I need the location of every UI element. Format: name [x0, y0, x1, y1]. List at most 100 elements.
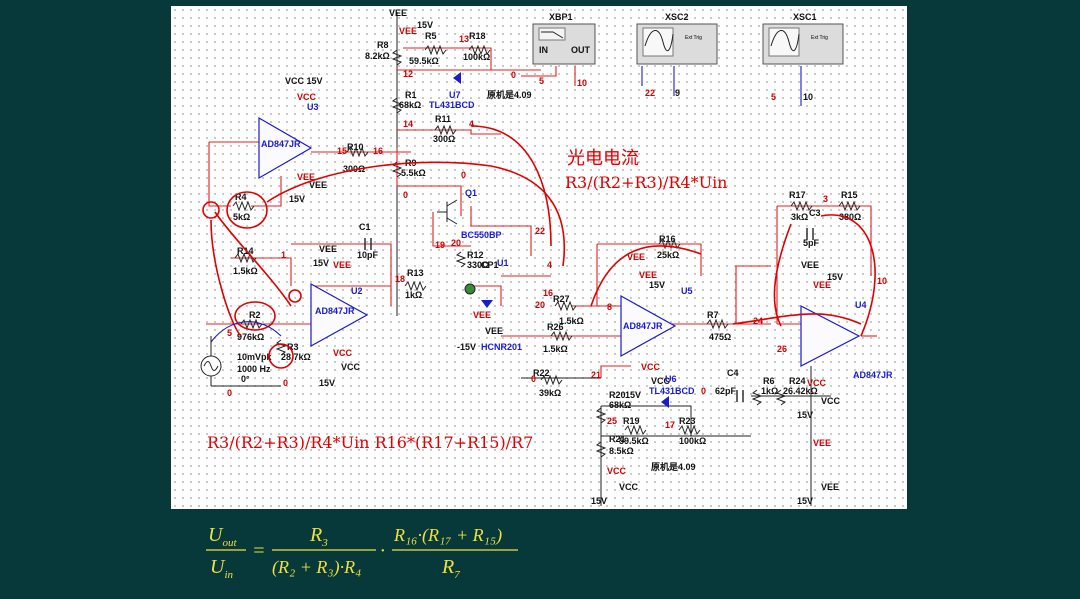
- svg-text:R8: R8: [377, 40, 389, 50]
- svg-text:26.42kΩ: 26.42kΩ: [783, 386, 818, 396]
- svg-text:R3: R3: [309, 524, 328, 549]
- svg-text:Q1: Q1: [465, 188, 477, 198]
- svg-text:Ext Trig: Ext Trig: [685, 35, 702, 41]
- svg-text:1.5kΩ: 1.5kΩ: [233, 266, 258, 276]
- svg-text:TL431BCD: TL431BCD: [649, 386, 695, 396]
- svg-text:AD847JR: AD847JR: [261, 139, 301, 149]
- svg-text:12: 12: [403, 69, 413, 79]
- svg-text:1.5kΩ: 1.5kΩ: [543, 344, 568, 354]
- svg-text:1kΩ: 1kΩ: [405, 290, 422, 300]
- svg-text:U3: U3: [307, 102, 319, 112]
- svg-text:U4: U4: [855, 300, 867, 310]
- svg-text:15V: 15V: [417, 20, 433, 30]
- svg-text:Uout: Uout: [208, 524, 237, 549]
- svg-text:976kΩ: 976kΩ: [237, 332, 264, 342]
- svg-text:VCC: VCC: [297, 92, 317, 102]
- svg-text:0: 0: [283, 378, 288, 388]
- formula-fraction-2: R₁₆·(R₁₇ + R₁₅) R7: [392, 525, 518, 581]
- svg-text:VEE: VEE: [485, 326, 503, 336]
- photocurrent-annotation: 光电电流: [567, 148, 639, 169]
- svg-text:R11: R11: [435, 114, 451, 124]
- svg-text:16: 16: [373, 146, 383, 156]
- svg-text:17: 17: [665, 420, 675, 430]
- svg-text:15V: 15V: [797, 496, 813, 506]
- svg-text:20: 20: [451, 238, 461, 248]
- svg-text:VEE: VEE: [333, 260, 351, 270]
- opamp-u3: U3 AD847JR: [258, 102, 319, 180]
- svg-text:5.5kΩ: 5.5kΩ: [401, 168, 426, 178]
- svg-text:VCC: VCC: [619, 482, 639, 492]
- svg-text:VEE: VEE: [399, 26, 417, 36]
- svg-text:TL431BCD: TL431BCD: [429, 100, 475, 110]
- svg-text:R27: R27: [553, 294, 570, 304]
- potentiometer: [464, 283, 476, 295]
- diodes: [453, 72, 669, 408]
- svg-text:R18: R18: [469, 31, 486, 41]
- svg-text:0: 0: [701, 386, 706, 396]
- svg-text:4: 4: [469, 119, 474, 129]
- svg-text:R7: R7: [707, 310, 719, 320]
- svg-text:-15V: -15V: [457, 342, 476, 352]
- svg-text:16: 16: [543, 288, 553, 298]
- svg-text:U1: U1: [497, 258, 509, 268]
- formula-lhs: Uout Uin: [206, 524, 246, 581]
- svg-text:10mVpk: 10mVpk: [237, 352, 273, 362]
- svg-text:0°: 0°: [241, 374, 250, 384]
- svg-text:25: 25: [607, 416, 617, 426]
- svg-text:5: 5: [771, 92, 776, 102]
- svg-text:R14: R14: [237, 246, 254, 256]
- svg-text:26: 26: [777, 344, 787, 354]
- svg-text:R26: R26: [547, 322, 564, 332]
- svg-text:R12: R12: [467, 250, 484, 260]
- svg-text:15V: 15V: [625, 390, 641, 400]
- svg-text:10pF: 10pF: [357, 250, 379, 260]
- svg-text:Ext Trig: Ext Trig: [811, 35, 828, 41]
- svg-text:0: 0: [461, 170, 466, 180]
- svg-text:5pF: 5pF: [803, 238, 820, 248]
- svg-text:HCNR201: HCNR201: [481, 342, 522, 352]
- svg-text:10: 10: [803, 92, 813, 102]
- svg-text:AD847JR: AD847JR: [853, 370, 893, 380]
- svg-text:R6: R6: [763, 376, 775, 386]
- oscilloscope-xsc2: XSC2 Ext Trig: [636, 12, 718, 65]
- svg-text:21: 21: [591, 370, 601, 380]
- svg-text:R1: R1: [405, 90, 417, 100]
- wires: [206, 12, 877, 506]
- svg-text:5: 5: [539, 76, 544, 86]
- svg-text:3kΩ: 3kΩ: [791, 212, 808, 222]
- svg-text:VCC 15V: VCC 15V: [285, 76, 323, 86]
- svg-text:XSC2: XSC2: [665, 12, 689, 22]
- transfer-function-formula: Uout Uin = R3 (R₂ + R₃)·R₄ · R₁₆·(R₁₇ + …: [206, 524, 518, 581]
- svg-text:8.2kΩ: 8.2kΩ: [365, 51, 390, 61]
- svg-text:62pF: 62pF: [715, 386, 737, 396]
- svg-text:VEE: VEE: [821, 482, 839, 492]
- equals-sign: =: [252, 540, 266, 562]
- svg-text:59.5kΩ: 59.5kΩ: [619, 436, 649, 446]
- circuit-schematic-canvas: U3 AD847JR U2 AD847JR U5 AD847JR U4 AD84…: [171, 6, 907, 509]
- svg-text:0: 0: [227, 388, 232, 398]
- svg-text:13: 13: [459, 34, 469, 44]
- svg-text:0: 0: [531, 374, 536, 384]
- opamp-u2: U2 AD847JR: [310, 282, 369, 348]
- svg-text:VCC: VCC: [341, 362, 361, 372]
- svg-text:39kΩ: 39kΩ: [539, 388, 561, 398]
- svg-text:XBP1: XBP1: [549, 12, 573, 22]
- svg-text:VEE: VEE: [801, 260, 819, 270]
- svg-text:1: 1: [281, 250, 286, 260]
- svg-text:C4: C4: [727, 368, 739, 378]
- oscilloscope-xsc1: XSC1 Ext Trig: [762, 12, 844, 65]
- svg-text:R7: R7: [441, 556, 460, 581]
- svg-text:3: 3: [823, 194, 828, 204]
- svg-text:AD847JR: AD847JR: [315, 306, 355, 316]
- svg-text:9: 9: [675, 88, 680, 98]
- svg-text:R13: R13: [407, 268, 424, 278]
- svg-text:5kΩ: 5kΩ: [233, 212, 250, 222]
- svg-text:R17: R17: [789, 190, 806, 200]
- svg-text:R5: R5: [425, 31, 437, 41]
- svg-text:18: 18: [395, 274, 405, 284]
- svg-text:300Ω: 300Ω: [433, 134, 455, 144]
- svg-text:15V: 15V: [313, 258, 329, 268]
- capacitors: [364, 228, 814, 402]
- svg-text:U2: U2: [351, 286, 363, 296]
- formula-annotation-a: R3/(R2+R3)/R4*Uin: [565, 173, 727, 192]
